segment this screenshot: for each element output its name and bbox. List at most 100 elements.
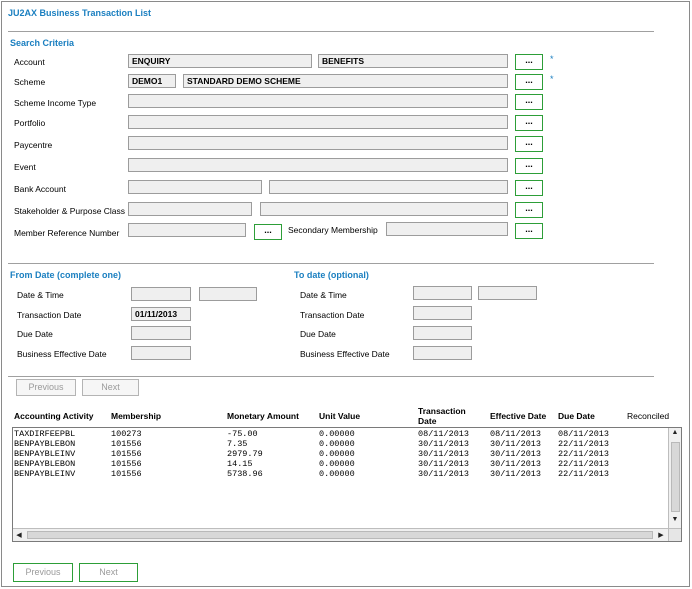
scheme-code-field[interactable]: DEMO1	[128, 74, 176, 88]
next-button-bottom[interactable]: Next	[79, 563, 138, 582]
from-business-effective-date-label: Business Effective Date	[17, 349, 107, 359]
from-date-heading: From Date (complete one)	[10, 270, 122, 280]
to-transaction-date-field[interactable]	[413, 306, 472, 320]
table-row[interactable]: BENPAYBLEINV 101556 2979.79 0.00000 30/1…	[13, 449, 668, 459]
cell-effective-date: 08/11/2013	[490, 429, 542, 439]
member-reference-lookup-button[interactable]: ...	[254, 224, 282, 240]
paycentre-label: Paycentre	[14, 140, 53, 150]
event-lookup-button[interactable]: ...	[515, 158, 543, 174]
previous-button-bottom[interactable]: Previous	[13, 563, 73, 582]
to-due-date-label: Due Date	[300, 329, 336, 339]
cell-membership: 101556	[111, 459, 142, 469]
scheme-lookup-button[interactable]: ...	[515, 74, 543, 90]
cell-amount: 14.15	[227, 459, 253, 469]
table-row[interactable]: BENPAYBLEBON 101556 14.15 0.00000 30/11/…	[13, 459, 668, 469]
bank-account-field-1[interactable]	[128, 180, 262, 194]
event-field[interactable]	[128, 158, 508, 172]
column-header-due-date[interactable]: Due Date	[558, 411, 595, 421]
account-field-1[interactable]: ENQUIRY	[128, 54, 312, 68]
cell-membership: 101556	[111, 469, 142, 479]
to-date-time-label: Date & Time	[300, 290, 347, 300]
stakeholder-field-1[interactable]	[128, 202, 252, 216]
portfolio-lookup-button[interactable]: ...	[515, 115, 543, 131]
scheme-label: Scheme	[14, 77, 46, 87]
required-marker: *	[550, 74, 554, 84]
cell-membership: 101556	[111, 439, 142, 449]
cell-due-date: 22/11/2013	[558, 439, 610, 449]
required-marker: *	[550, 54, 554, 64]
next-button-top[interactable]: Next	[82, 379, 139, 396]
paycentre-field[interactable]	[128, 136, 508, 150]
scheme-income-type-lookup-button[interactable]: ...	[515, 94, 543, 110]
account-field-2[interactable]: BENEFITS	[318, 54, 508, 68]
cell-activity: BENPAYBLEBON	[14, 459, 76, 469]
vertical-scrollbar[interactable]: ▲ ▼	[668, 428, 681, 528]
horizontal-scroll-thumb[interactable]	[27, 531, 653, 539]
bank-account-lookup-button[interactable]: ...	[515, 180, 543, 196]
table-row[interactable]: TAXDIRFEEPBL 100273 -75.00 0.00000 08/11…	[13, 429, 668, 439]
divider	[8, 376, 654, 377]
column-header-amount[interactable]: Monetary Amount	[227, 411, 299, 421]
table-row[interactable]: BENPAYBLEINV 101556 5738.96 0.00000 30/1…	[13, 469, 668, 479]
stakeholder-lookup-button[interactable]: ...	[515, 202, 543, 218]
cell-amount: 7.35	[227, 439, 248, 449]
purpose-class-field[interactable]	[260, 202, 508, 216]
from-time-field[interactable]	[199, 287, 257, 301]
divider	[8, 263, 654, 264]
scheme-income-type-field[interactable]	[128, 94, 508, 108]
secondary-membership-field[interactable]	[386, 222, 508, 236]
account-lookup-button[interactable]: ...	[515, 54, 543, 70]
member-reference-field[interactable]	[128, 223, 246, 237]
table-row[interactable]: BENPAYBLEBON 101556 7.35 0.00000 30/11/2…	[13, 439, 668, 449]
scrollbar-corner	[668, 528, 681, 541]
cell-due-date: 08/11/2013	[558, 429, 610, 439]
cell-activity: BENPAYBLEBON	[14, 439, 76, 449]
to-business-effective-date-label: Business Effective Date	[300, 349, 390, 359]
from-business-effective-date-field[interactable]	[131, 346, 191, 360]
from-date-time-label: Date & Time	[17, 290, 64, 300]
scroll-right-icon[interactable]: ▶	[655, 531, 667, 539]
from-due-date-field[interactable]	[131, 326, 191, 340]
paycentre-lookup-button[interactable]: ...	[515, 136, 543, 152]
from-transaction-date-field[interactable]: 01/11/2013	[131, 307, 191, 321]
scroll-up-icon[interactable]: ▲	[669, 429, 681, 436]
cell-activity: BENPAYBLEINV	[14, 449, 76, 459]
cell-unit-value: 0.00000	[319, 469, 355, 479]
from-date-field[interactable]	[131, 287, 191, 301]
column-header-reconciled[interactable]: Reconciled	[627, 411, 669, 421]
vertical-scroll-thumb[interactable]	[671, 442, 680, 512]
page-title: JU2AX Business Transaction List	[8, 8, 152, 18]
cell-transaction-date: 30/11/2013	[418, 459, 470, 469]
column-header-effective-date[interactable]: Effective Date	[490, 411, 546, 421]
column-header-unit-value[interactable]: Unit Value	[319, 411, 360, 421]
column-header-membership[interactable]: Membership	[111, 411, 161, 421]
portfolio-label: Portfolio	[14, 118, 46, 128]
column-header-activity[interactable]: Accounting Activity	[14, 411, 94, 421]
search-criteria-heading: Search Criteria	[10, 38, 75, 48]
member-reference-label: Member Reference Number	[14, 228, 120, 238]
cell-effective-date: 30/11/2013	[490, 459, 542, 469]
cell-amount: 5738.96	[227, 469, 263, 479]
from-transaction-date-label: Transaction Date	[17, 310, 82, 320]
divider	[8, 31, 654, 32]
scheme-income-type-label: Scheme Income Type	[14, 98, 97, 108]
bank-account-field-2[interactable]	[269, 180, 508, 194]
cell-effective-date: 30/11/2013	[490, 469, 542, 479]
horizontal-scrollbar[interactable]: ◀ ▶	[13, 528, 669, 541]
scheme-name-field[interactable]: STANDARD DEMO SCHEME	[183, 74, 508, 88]
secondary-membership-lookup-button[interactable]: ...	[515, 223, 543, 239]
column-header-transaction-date-line1[interactable]: Transaction	[418, 406, 466, 416]
portfolio-field[interactable]	[128, 115, 508, 129]
cell-transaction-date: 08/11/2013	[418, 429, 470, 439]
previous-button-top[interactable]: Previous	[16, 379, 76, 396]
to-business-effective-date-field[interactable]	[413, 346, 472, 360]
to-date-heading: To date (optional)	[294, 270, 369, 280]
to-time-field[interactable]	[478, 286, 537, 300]
cell-activity: BENPAYBLEINV	[14, 469, 76, 479]
scroll-down-icon[interactable]: ▼	[669, 516, 681, 523]
column-header-transaction-date-line2[interactable]: Date	[418, 416, 436, 426]
scroll-left-icon[interactable]: ◀	[13, 531, 25, 539]
cell-membership: 100273	[111, 429, 142, 439]
to-date-field[interactable]	[413, 286, 472, 300]
to-due-date-field[interactable]	[413, 326, 472, 340]
